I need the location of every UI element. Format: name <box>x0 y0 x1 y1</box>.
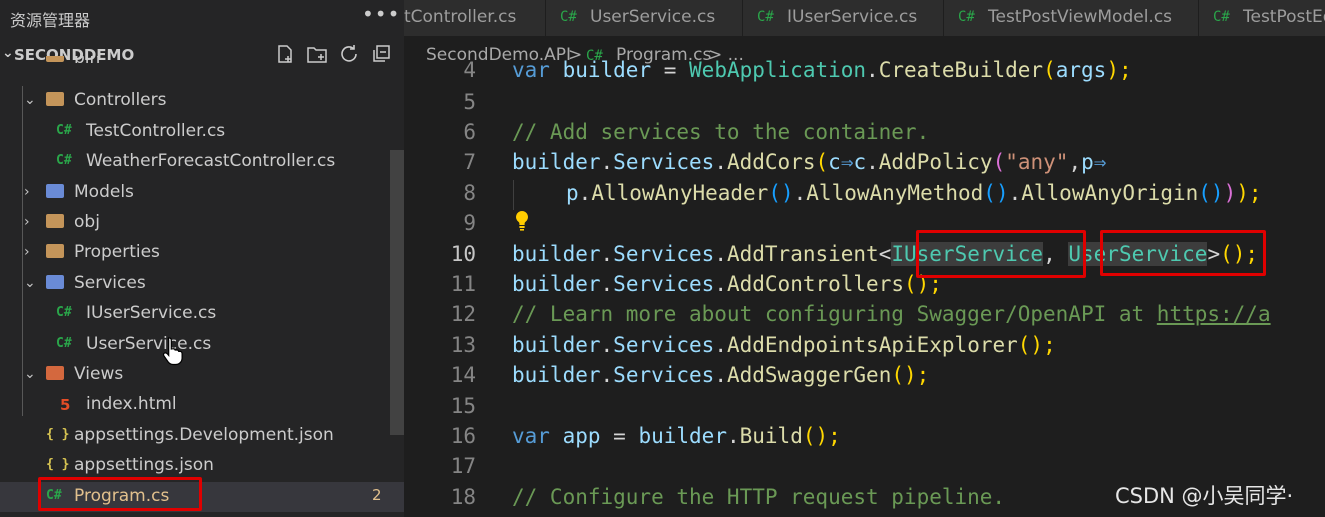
folder-icon <box>46 92 64 106</box>
tab-testpostviewmodel[interactable]: C# TestPostViewModel.cs <box>944 0 1199 36</box>
code-line-6: // Add services to the container. <box>512 120 930 144</box>
line-number: 15 <box>450 394 476 418</box>
folder-icon <box>46 366 64 380</box>
tab-iuserservice[interactable]: C# IUserService.cs <box>743 0 944 36</box>
watermark: CSDN @小吴同学· <box>1115 484 1294 508</box>
code-line-11: builder.Services.AddControllers(); <box>512 272 942 296</box>
code-line-7: builder.Services.AddCors(c⇒c.AddPolicy("… <box>512 150 1107 174</box>
csharp-file-icon: C# <box>56 336 72 351</box>
line-number: 8 <box>463 181 476 205</box>
json-file-icon: { } <box>46 457 70 472</box>
highlight-box-userservice <box>1100 230 1266 276</box>
line-number: 16 <box>450 424 476 448</box>
tab-testcontroller[interactable]: tController.cs <box>404 0 546 36</box>
csharp-file-icon: C# <box>1213 9 1230 25</box>
code-line-14: builder.Services.AddSwaggerGen(); <box>512 363 930 387</box>
chevron-down-icon: ⌄ <box>24 366 36 382</box>
explorer-scrollbar[interactable] <box>390 150 404 435</box>
folder-icon <box>46 275 64 289</box>
tree-item-appsettings-development[interactable]: { } appsettings.Development.json <box>0 421 404 451</box>
editor-tab-bar: tController.cs C# UserService.cs C# IUse… <box>404 0 1325 36</box>
highlight-box-program <box>38 477 202 511</box>
csharp-file-icon: C# <box>56 123 72 138</box>
chevron-right-icon: › <box>24 184 30 200</box>
line-number: 7 <box>463 150 476 174</box>
explorer-title: 资源管理器 <box>10 11 91 30</box>
problems-badge: 2 <box>372 486 382 504</box>
highlight-box-iuserservice <box>916 230 1086 278</box>
folder-icon <box>46 214 64 228</box>
chevron-down-icon: ⌄ <box>24 92 36 108</box>
line-number: 18 <box>450 485 476 509</box>
code-line-12: // Learn more about configuring Swagger/… <box>512 302 1271 326</box>
csharp-file-icon: C# <box>56 153 72 168</box>
tree-item-iuserservice[interactable]: C# IUserService.cs <box>0 299 404 329</box>
explorer-header: 资源管理器 ••• <box>0 0 404 36</box>
tree-item-bin[interactable]: bin <box>0 56 404 74</box>
line-number: 13 <box>450 333 476 357</box>
csharp-file-icon: C# <box>757 9 774 25</box>
tab-testposted[interactable]: C# TestPostEd <box>1199 0 1325 36</box>
tree-item-models[interactable]: › Models <box>0 178 404 208</box>
tree-item-weatherforecastcontroller[interactable]: C# WeatherForecastController.cs <box>0 147 404 177</box>
line-number: 9 <box>463 211 476 235</box>
tree-item-views[interactable]: ⌄ Views <box>0 360 404 390</box>
more-actions-icon[interactable]: ••• <box>362 2 400 26</box>
line-number: 12 <box>450 302 476 326</box>
json-file-icon: { } <box>46 427 70 442</box>
line-number: 11 <box>450 272 476 296</box>
csharp-file-icon: C# <box>560 9 577 25</box>
chevron-down-icon: ⌄ <box>24 275 36 291</box>
tree-item-properties[interactable]: › Properties <box>0 238 404 268</box>
line-number-current: 10 <box>450 242 476 266</box>
html5-icon: 5 <box>60 396 71 414</box>
indent-guide <box>513 180 514 210</box>
line-number: 17 <box>450 454 476 478</box>
tree-item-testcontroller[interactable]: C# TestController.cs <box>0 117 404 147</box>
lightbulb-icon[interactable] <box>514 210 530 232</box>
chevron-right-icon: › <box>24 244 30 260</box>
tree-item-userservice[interactable]: C# UserService.cs <box>0 330 404 360</box>
csharp-file-icon: C# <box>56 305 72 320</box>
tree-item-services[interactable]: ⌄ Services <box>0 269 404 299</box>
line-number: 4 <box>463 58 476 82</box>
line-number: 6 <box>463 120 476 144</box>
chevron-right-icon: › <box>24 214 30 230</box>
code-line-16: var app = builder.Build(); <box>512 424 841 448</box>
tab-userservice[interactable]: C# UserService.cs <box>546 0 743 36</box>
tree-item-controllers[interactable]: ⌄ Controllers <box>0 86 404 116</box>
folder-icon <box>46 184 64 198</box>
line-number: 5 <box>463 90 476 114</box>
code-line-13: builder.Services.AddEndpointsApiExplorer… <box>512 333 1056 357</box>
explorer-panel: 资源管理器 ••• ⌄ SECONDDEMO bin ⌄ Controllers… <box>0 0 404 517</box>
code-line-8: p.AllowAnyHeader().AllowAnyMethod().Allo… <box>566 181 1262 205</box>
line-number: 14 <box>450 363 476 387</box>
tree-item-obj[interactable]: › obj <box>0 208 404 238</box>
code-editor[interactable]: 4 5 6 7 8 9 10 11 12 13 14 15 16 17 18 v… <box>404 58 1325 517</box>
tree-item-index-html[interactable]: 5 index.html <box>0 390 404 420</box>
hand-cursor-icon <box>162 337 183 366</box>
code-line-4: var builder = WebApplication.CreateBuild… <box>512 58 1132 82</box>
code-line-18: // Configure the HTTP request pipeline. <box>512 485 1006 509</box>
csharp-file-icon: C# <box>958 9 975 25</box>
folder-icon <box>46 56 64 62</box>
folder-icon <box>46 244 64 258</box>
